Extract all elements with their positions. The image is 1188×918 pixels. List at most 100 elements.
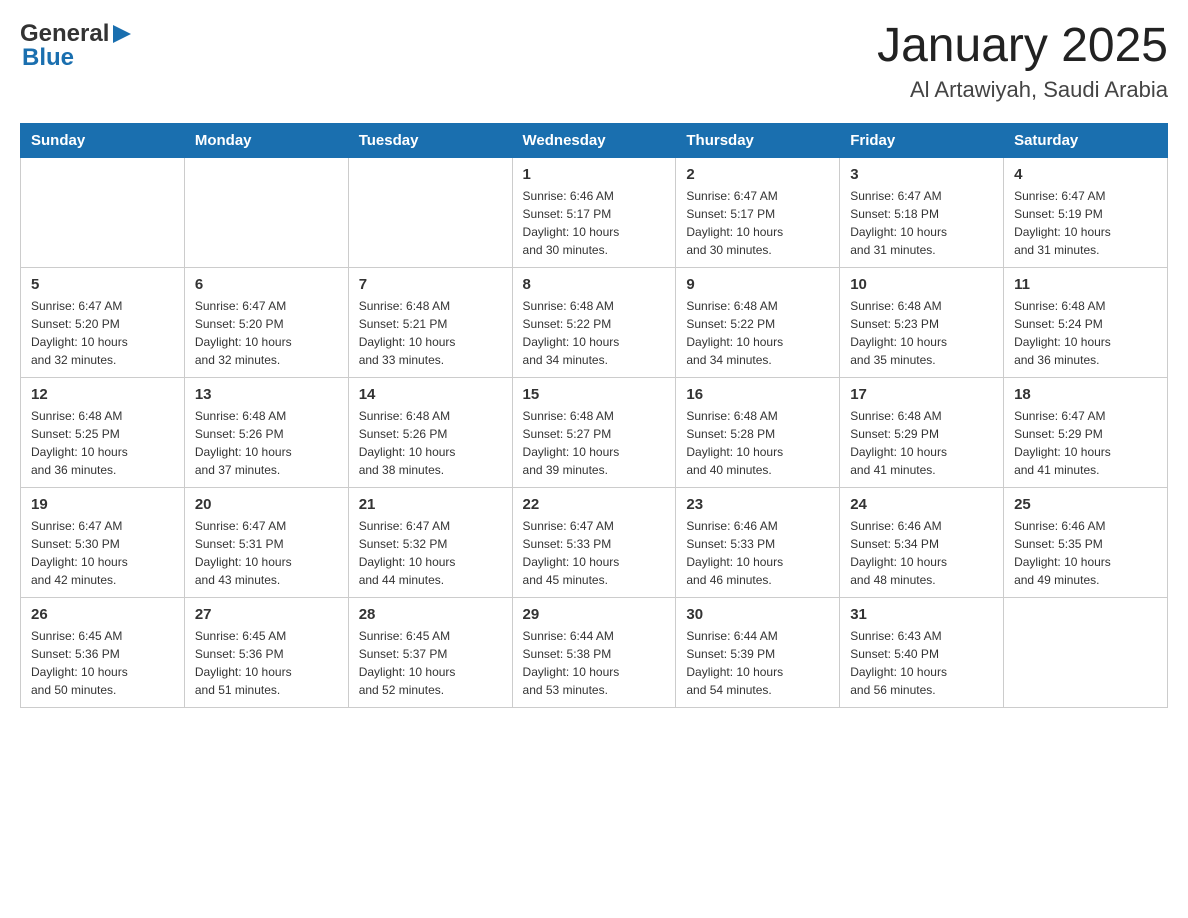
day-number: 9 bbox=[686, 276, 829, 293]
day-info: Sunrise: 6:43 AM Sunset: 5:40 PM Dayligh… bbox=[850, 627, 993, 699]
header-tuesday: Tuesday bbox=[348, 123, 512, 157]
calendar-body: 1 Sunrise: 6:46 AM Sunset: 5:17 PM Daylig… bbox=[21, 157, 1168, 707]
table-row: 10 Sunrise: 6:48 AM Sunset: 5:23 PM Dayli… bbox=[840, 267, 1004, 377]
day-info: Sunrise: 6:47 AM Sunset: 5:33 PM Dayligh… bbox=[523, 517, 666, 589]
day-number: 15 bbox=[523, 386, 666, 403]
day-number: 5 bbox=[31, 276, 174, 293]
calendar-table: Sunday Monday Tuesday Wednesday Thursday… bbox=[20, 123, 1168, 708]
table-row: 22 Sunrise: 6:47 AM Sunset: 5:33 PM Dayli… bbox=[512, 487, 676, 597]
day-number: 28 bbox=[359, 606, 502, 623]
table-row: 16 Sunrise: 6:48 AM Sunset: 5:28 PM Dayli… bbox=[676, 377, 840, 487]
table-row: 25Sunrise: 6:46 AM Sunset: 5:35 PM Dayli… bbox=[1004, 487, 1168, 597]
day-info: Sunrise: 6:46 AM Sunset: 5:34 PM Dayligh… bbox=[850, 517, 993, 589]
table-row: 21 Sunrise: 6:47 AM Sunset: 5:32 PM Dayli… bbox=[348, 487, 512, 597]
day-number: 23 bbox=[686, 496, 829, 513]
day-number: 12 bbox=[31, 386, 174, 403]
day-info: Sunrise: 6:48 AM Sunset: 5:23 PM Dayligh… bbox=[850, 297, 993, 369]
calendar-week-row: 5 Sunrise: 6:47 AM Sunset: 5:20 PM Daylig… bbox=[21, 267, 1168, 377]
table-row bbox=[1004, 597, 1168, 707]
title-section: January 2025 Al Artawiyah, Saudi Arabia bbox=[877, 20, 1168, 103]
calendar-week-row: 26Sunrise: 6:45 AM Sunset: 5:36 PM Dayli… bbox=[21, 597, 1168, 707]
day-info: Sunrise: 6:46 AM Sunset: 5:17 PM Dayligh… bbox=[523, 187, 666, 259]
table-row: 7 Sunrise: 6:48 AM Sunset: 5:21 PM Daylig… bbox=[348, 267, 512, 377]
day-info: Sunrise: 6:48 AM Sunset: 5:22 PM Dayligh… bbox=[523, 297, 666, 369]
table-row: 15 Sunrise: 6:48 AM Sunset: 5:27 PM Dayli… bbox=[512, 377, 676, 487]
calendar-week-row: 12 Sunrise: 6:48 AM Sunset: 5:25 PM Dayli… bbox=[21, 377, 1168, 487]
day-info: Sunrise: 6:45 AM Sunset: 5:37 PM Dayligh… bbox=[359, 627, 502, 699]
table-row: 18Sunrise: 6:47 AM Sunset: 5:29 PM Dayli… bbox=[1004, 377, 1168, 487]
table-row: 3 Sunrise: 6:47 AM Sunset: 5:18 PM Daylig… bbox=[840, 157, 1004, 267]
day-info: Sunrise: 6:46 AM Sunset: 5:33 PM Dayligh… bbox=[686, 517, 829, 589]
table-row: 26Sunrise: 6:45 AM Sunset: 5:36 PM Dayli… bbox=[21, 597, 185, 707]
day-info: Sunrise: 6:48 AM Sunset: 5:25 PM Dayligh… bbox=[31, 407, 174, 479]
day-number: 11 bbox=[1014, 276, 1157, 293]
day-number: 17 bbox=[850, 386, 993, 403]
header-thursday: Thursday bbox=[676, 123, 840, 157]
table-row: 24 Sunrise: 6:46 AM Sunset: 5:34 PM Dayli… bbox=[840, 487, 1004, 597]
table-row: 11 Sunrise: 6:48 AM Sunset: 5:24 PM Dayli… bbox=[1004, 267, 1168, 377]
day-number: 6 bbox=[195, 276, 338, 293]
day-number: 29 bbox=[523, 606, 666, 623]
table-row: 31 Sunrise: 6:43 AM Sunset: 5:40 PM Dayli… bbox=[840, 597, 1004, 707]
day-number: 1 bbox=[523, 166, 666, 183]
table-row: 23 Sunrise: 6:46 AM Sunset: 5:33 PM Dayli… bbox=[676, 487, 840, 597]
table-row: 17 Sunrise: 6:48 AM Sunset: 5:29 PM Dayli… bbox=[840, 377, 1004, 487]
location-title: Al Artawiyah, Saudi Arabia bbox=[877, 77, 1168, 103]
header-monday: Monday bbox=[184, 123, 348, 157]
table-row: 28 Sunrise: 6:45 AM Sunset: 5:37 PM Dayli… bbox=[348, 597, 512, 707]
page-header: General Blue January 2025 Al Artawiyah, … bbox=[20, 20, 1168, 103]
day-info: Sunrise: 6:48 AM Sunset: 5:28 PM Dayligh… bbox=[686, 407, 829, 479]
day-info: Sunrise: 6:45 AM Sunset: 5:36 PM Dayligh… bbox=[195, 627, 338, 699]
day-info: Sunrise: 6:48 AM Sunset: 5:22 PM Dayligh… bbox=[686, 297, 829, 369]
day-number: 10 bbox=[850, 276, 993, 293]
day-number: 22 bbox=[523, 496, 666, 513]
day-info: Sunrise: 6:45 AM Sunset: 5:36 PM Dayligh… bbox=[31, 627, 174, 699]
day-number: 24 bbox=[850, 496, 993, 513]
day-number: 7 bbox=[359, 276, 502, 293]
day-number: 31 bbox=[850, 606, 993, 623]
day-info: Sunrise: 6:47 AM Sunset: 5:17 PM Dayligh… bbox=[686, 187, 829, 259]
day-number: 13 bbox=[195, 386, 338, 403]
day-info: Sunrise: 6:47 AM Sunset: 5:29 PM Dayligh… bbox=[1014, 407, 1157, 479]
logo-arrow-icon bbox=[111, 23, 133, 45]
table-row: 30Sunrise: 6:44 AM Sunset: 5:39 PM Dayli… bbox=[676, 597, 840, 707]
calendar-week-row: 19Sunrise: 6:47 AM Sunset: 5:30 PM Dayli… bbox=[21, 487, 1168, 597]
day-info: Sunrise: 6:48 AM Sunset: 5:26 PM Dayligh… bbox=[359, 407, 502, 479]
table-row bbox=[184, 157, 348, 267]
table-row: 13 Sunrise: 6:48 AM Sunset: 5:26 PM Dayli… bbox=[184, 377, 348, 487]
day-info: Sunrise: 6:47 AM Sunset: 5:20 PM Dayligh… bbox=[31, 297, 174, 369]
month-title: January 2025 bbox=[877, 20, 1168, 73]
day-number: 3 bbox=[850, 166, 993, 183]
day-info: Sunrise: 6:48 AM Sunset: 5:24 PM Dayligh… bbox=[1014, 297, 1157, 369]
day-number: 25 bbox=[1014, 496, 1157, 513]
header-sunday: Sunday bbox=[21, 123, 185, 157]
table-row: 29Sunrise: 6:44 AM Sunset: 5:38 PM Dayli… bbox=[512, 597, 676, 707]
table-row: 12 Sunrise: 6:48 AM Sunset: 5:25 PM Dayli… bbox=[21, 377, 185, 487]
table-row: 5 Sunrise: 6:47 AM Sunset: 5:20 PM Daylig… bbox=[21, 267, 185, 377]
header-wednesday: Wednesday bbox=[512, 123, 676, 157]
calendar-header-row: Sunday Monday Tuesday Wednesday Thursday… bbox=[21, 123, 1168, 157]
table-row bbox=[348, 157, 512, 267]
day-info: Sunrise: 6:47 AM Sunset: 5:18 PM Dayligh… bbox=[850, 187, 993, 259]
day-number: 4 bbox=[1014, 166, 1157, 183]
table-row bbox=[21, 157, 185, 267]
day-info: Sunrise: 6:47 AM Sunset: 5:20 PM Dayligh… bbox=[195, 297, 338, 369]
logo: General Blue bbox=[20, 20, 133, 72]
day-info: Sunrise: 6:47 AM Sunset: 5:31 PM Dayligh… bbox=[195, 517, 338, 589]
day-info: Sunrise: 6:44 AM Sunset: 5:39 PM Dayligh… bbox=[686, 627, 829, 699]
day-number: 27 bbox=[195, 606, 338, 623]
table-row: 9 Sunrise: 6:48 AM Sunset: 5:22 PM Daylig… bbox=[676, 267, 840, 377]
day-info: Sunrise: 6:48 AM Sunset: 5:26 PM Dayligh… bbox=[195, 407, 338, 479]
calendar-week-row: 1 Sunrise: 6:46 AM Sunset: 5:17 PM Daylig… bbox=[21, 157, 1168, 267]
table-row: 1 Sunrise: 6:46 AM Sunset: 5:17 PM Daylig… bbox=[512, 157, 676, 267]
day-number: 21 bbox=[359, 496, 502, 513]
table-row: 8Sunrise: 6:48 AM Sunset: 5:22 PM Daylig… bbox=[512, 267, 676, 377]
day-info: Sunrise: 6:48 AM Sunset: 5:21 PM Dayligh… bbox=[359, 297, 502, 369]
day-number: 16 bbox=[686, 386, 829, 403]
day-number: 19 bbox=[31, 496, 174, 513]
header-friday: Friday bbox=[840, 123, 1004, 157]
day-info: Sunrise: 6:48 AM Sunset: 5:29 PM Dayligh… bbox=[850, 407, 993, 479]
table-row: 20Sunrise: 6:47 AM Sunset: 5:31 PM Dayli… bbox=[184, 487, 348, 597]
day-info: Sunrise: 6:48 AM Sunset: 5:27 PM Dayligh… bbox=[523, 407, 666, 479]
day-info: Sunrise: 6:47 AM Sunset: 5:32 PM Dayligh… bbox=[359, 517, 502, 589]
